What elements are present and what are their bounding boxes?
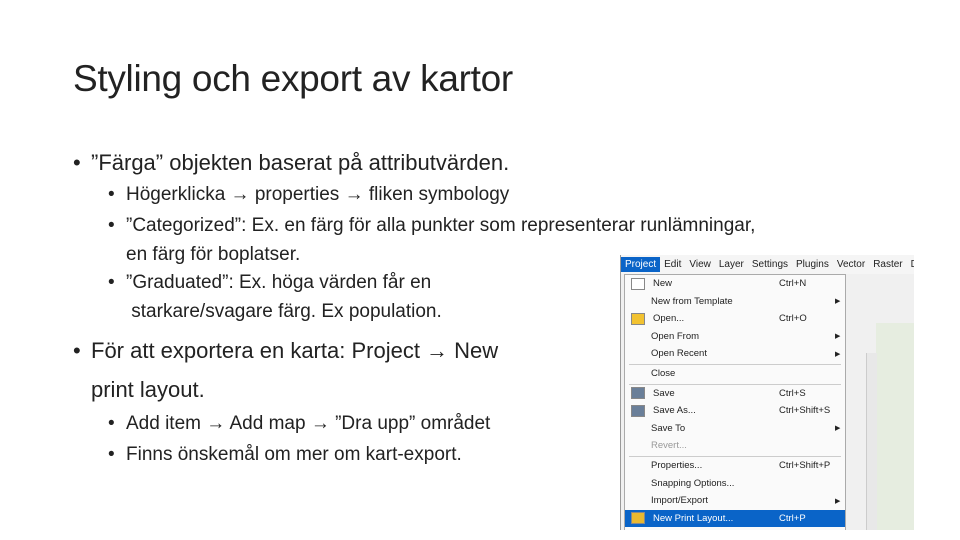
menu-item[interactable]: Save To ▶ — [625, 420, 845, 437]
bullet-item: starkare/svagare färg. Ex population. — [108, 301, 442, 323]
menu-item-label: New Print Layout... — [653, 512, 734, 524]
menu-item-shortcut: Ctrl+Shift+S — [779, 405, 831, 417]
new-file-icon — [631, 277, 645, 290]
menu-item-label: Properties... — [651, 460, 703, 471]
submenu-arrow-icon: ▶ — [835, 333, 841, 341]
menu-item[interactable]: Snapping Options... — [625, 475, 845, 492]
save-as-icon — [631, 404, 645, 417]
project-menu: New Ctrl+N New from Template ▶ Open... Ctrl+O… — [624, 274, 846, 530]
bullet-text: ”Färga” objekten baserat på attributvärd… — [91, 150, 510, 175]
bullet-marker: • — [73, 150, 81, 175]
menubar-item[interactable]: Vector — [833, 259, 869, 270]
menu-icon-slot — [631, 478, 643, 488]
menu-item[interactable]: Open From ▶ — [625, 328, 845, 345]
menu-item-label: Open From — [651, 330, 700, 342]
menu-icon-slot — [631, 369, 643, 379]
menu-item[interactable]: Properties... Ctrl+Shift+P — [625, 457, 845, 474]
menu-item[interactable]: Save As... Ctrl+Shift+S — [625, 402, 845, 419]
menu-item-label: Open... — [653, 313, 685, 325]
menu-item-label: Save As... — [653, 405, 696, 417]
menu-item-shortcut: Ctrl+S — [779, 387, 806, 399]
menu-item-label: New — [653, 278, 673, 289]
bullet-item: en färg för boplatser. — [108, 244, 300, 266]
bullet-text: ”Categorized”: Ex. en färg för alla punk… — [126, 215, 756, 236]
bullet-text: ”Graduated”: Ex. höga värden får en — [126, 272, 432, 293]
menu-item-shortcut: Ctrl+O — [779, 313, 807, 325]
menubar-item[interactable]: View — [685, 259, 715, 270]
menu-item-label: Save — [653, 387, 675, 399]
bullet-text: Finns önskemål om mer om kart-export. — [126, 444, 462, 465]
menu-item[interactable]: New Print Layout... Ctrl+P — [625, 509, 845, 527]
menu-icon-slot — [631, 496, 643, 506]
bullet-text: en färg för boplatser. — [126, 244, 301, 265]
menu-item-label: Open Recent — [651, 348, 707, 360]
menu-item-shortcut: Ctrl+N — [779, 278, 807, 289]
menu-item-label: New from Template — [651, 295, 733, 307]
menu-item[interactable]: New from Template ▶ — [625, 293, 845, 310]
menubar-item[interactable]: Plugins — [792, 259, 833, 270]
bullet-marker: • — [108, 444, 115, 465]
menu-bar: Project Edit View Layer Settings Plugins Vecto… — [621, 255, 914, 274]
bullet-marker: • — [73, 338, 81, 363]
bullet-marker: • — [108, 215, 115, 236]
bullet-item: • ”Graduated”: Ex. höga värden får en — [108, 272, 431, 294]
bullet-item: • Add item → Add map → ”Dra upp” området — [108, 413, 490, 435]
submenu-arrow-icon: ▶ — [835, 298, 841, 306]
bullet-item: • Högerklicka → properties → fliken symbo… — [108, 184, 509, 206]
bullet-text: starkare/svagare färg. Ex population. — [126, 301, 442, 322]
menu-item[interactable]: Import/Export ▶ — [625, 492, 845, 509]
menu-icon-slot — [631, 331, 643, 341]
submenu-arrow-icon: ▶ — [835, 497, 841, 505]
menu-icon-slot — [631, 349, 643, 359]
menu-item-label: Snapping Options... — [651, 477, 735, 489]
menubar-item[interactable]: Layer — [715, 259, 748, 270]
menu-item-label: Revert... — [651, 440, 687, 452]
menu-item[interactable]: Close — [625, 365, 845, 382]
bullet-text: Högerklicka → properties → fliken symbol… — [126, 184, 510, 205]
bullet-text: För att exportera en karta: Project → Ne… — [91, 338, 499, 363]
bullet-item: • ”Färga” objekten baserat på attributvär… — [73, 150, 509, 176]
menu-icon-slot — [631, 461, 643, 471]
bullet-item: print layout. — [73, 377, 205, 403]
menubar-item[interactable]: Project — [621, 257, 661, 272]
bullet-marker: • — [108, 413, 115, 434]
menubar-item[interactable]: Raster — [869, 259, 906, 270]
menu-item-label: Close — [651, 368, 676, 379]
print-layout-icon — [631, 512, 645, 525]
menu-item[interactable]: New Ctrl+N — [625, 275, 845, 292]
menu-item-label: Import/Export — [651, 495, 709, 507]
menu-icon-slot — [631, 423, 643, 433]
slide-title: Styling och export av kartor — [73, 58, 513, 99]
menu-item-label: Save To — [651, 422, 686, 434]
folder-icon — [631, 312, 645, 325]
bullet-item: • Finns önskemål om mer om kart-export. — [108, 444, 462, 466]
bullet-text: Add item → Add map → ”Dra upp” området — [126, 413, 491, 434]
bullet-item: • För att exportera en karta: Project → N… — [73, 338, 498, 364]
menu-item-shortcut: Ctrl+P — [779, 512, 806, 524]
submenu-arrow-icon: ▶ — [835, 425, 841, 433]
menubar-item[interactable]: Settings — [748, 259, 792, 270]
menu-item-shortcut: Ctrl+Shift+P — [779, 460, 831, 471]
bullet-text: print layout. — [91, 377, 205, 402]
bullet-item: • ”Categorized”: Ex. en färg för alla pun… — [108, 215, 755, 237]
scrollbar[interactable] — [866, 353, 877, 530]
menu-icon-slot — [631, 296, 643, 306]
save-icon — [631, 387, 645, 400]
menu-item[interactable]: Open Recent ▶ — [625, 345, 845, 362]
menubar-item[interactable]: Edit — [660, 259, 685, 270]
qgis-screenshot: Project Edit View Layer Settings Plugins Vecto… — [620, 255, 914, 530]
submenu-arrow-icon: ▶ — [835, 350, 841, 358]
map-canvas — [876, 323, 914, 530]
menu-icon-slot — [631, 441, 643, 451]
menu-item[interactable]: Save Ctrl+S — [625, 385, 845, 402]
menu-item[interactable]: Revert... — [625, 437, 845, 454]
menu-item[interactable]: Open... Ctrl+O — [625, 310, 845, 327]
bullet-marker: • — [108, 184, 115, 205]
menubar-item[interactable]: Da — [907, 259, 914, 270]
bullet-marker: • — [108, 272, 115, 293]
